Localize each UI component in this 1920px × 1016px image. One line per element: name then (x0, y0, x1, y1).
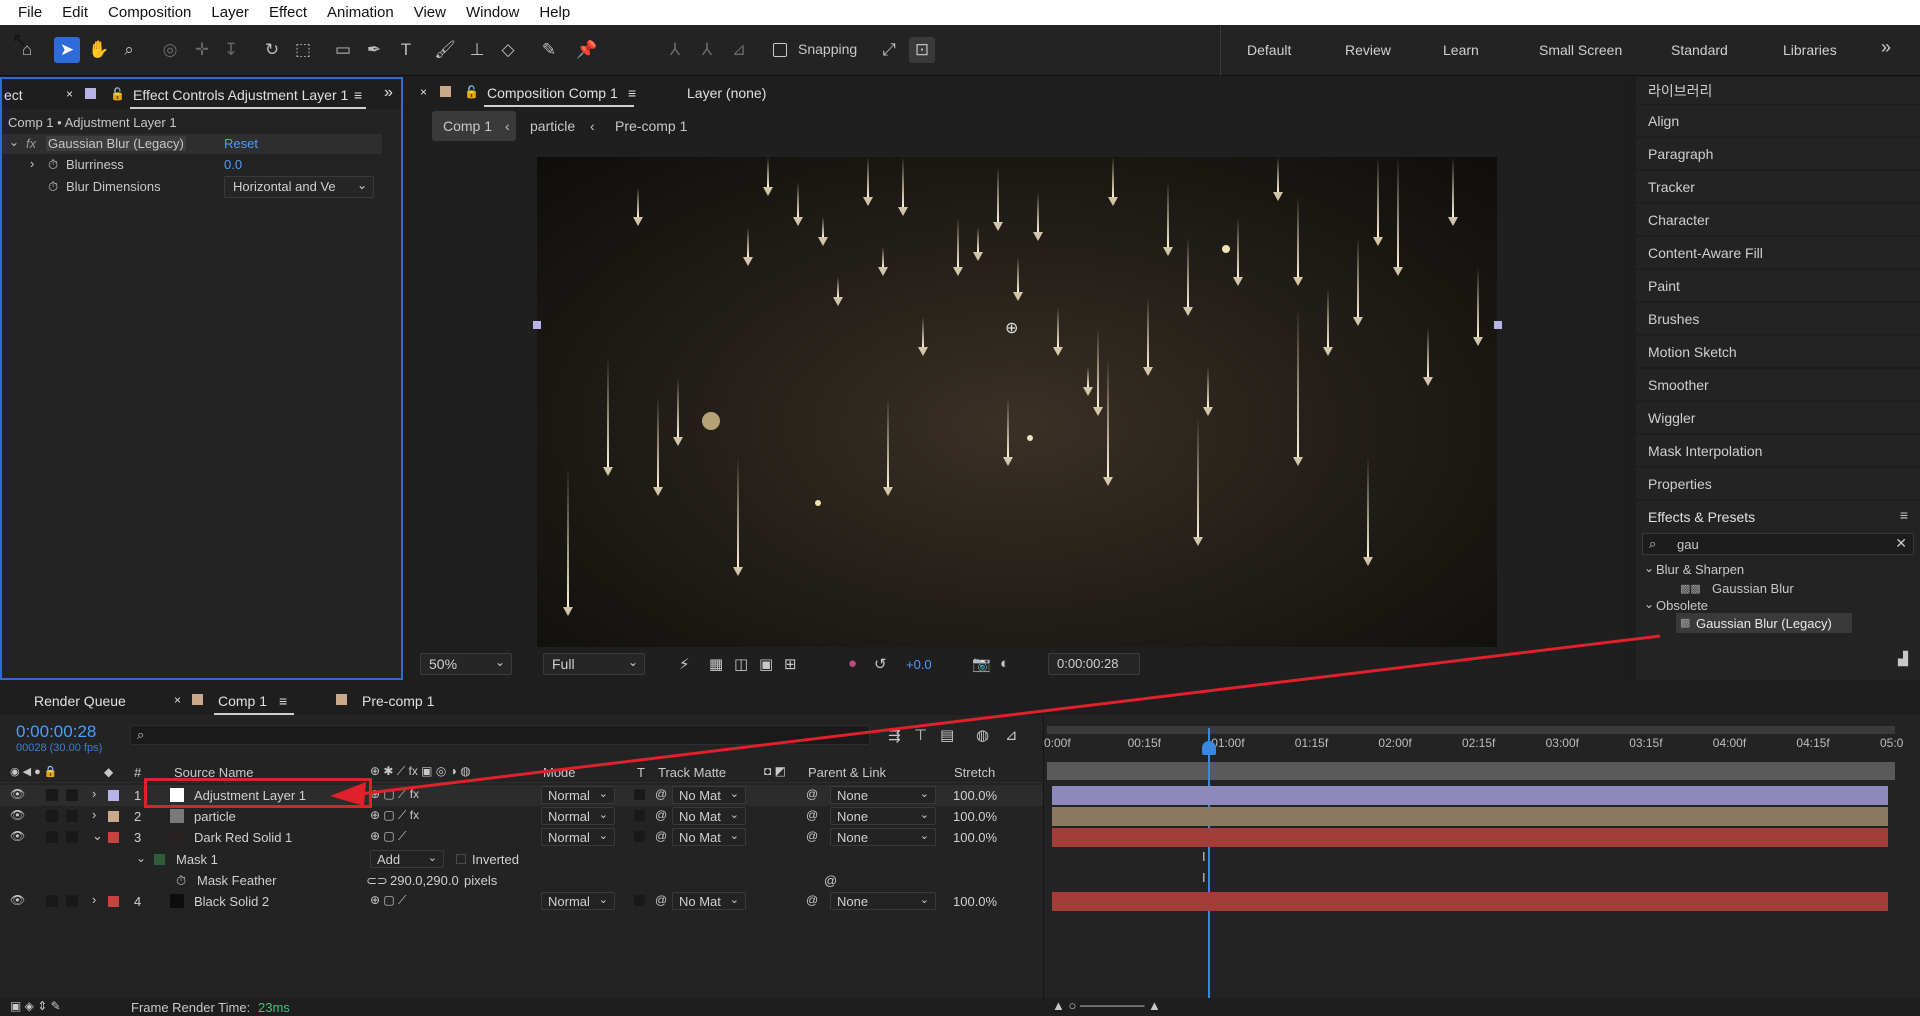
annotation-arrow (330, 634, 1661, 806)
mouse-cursor-icon: ↖ (12, 30, 28, 50)
